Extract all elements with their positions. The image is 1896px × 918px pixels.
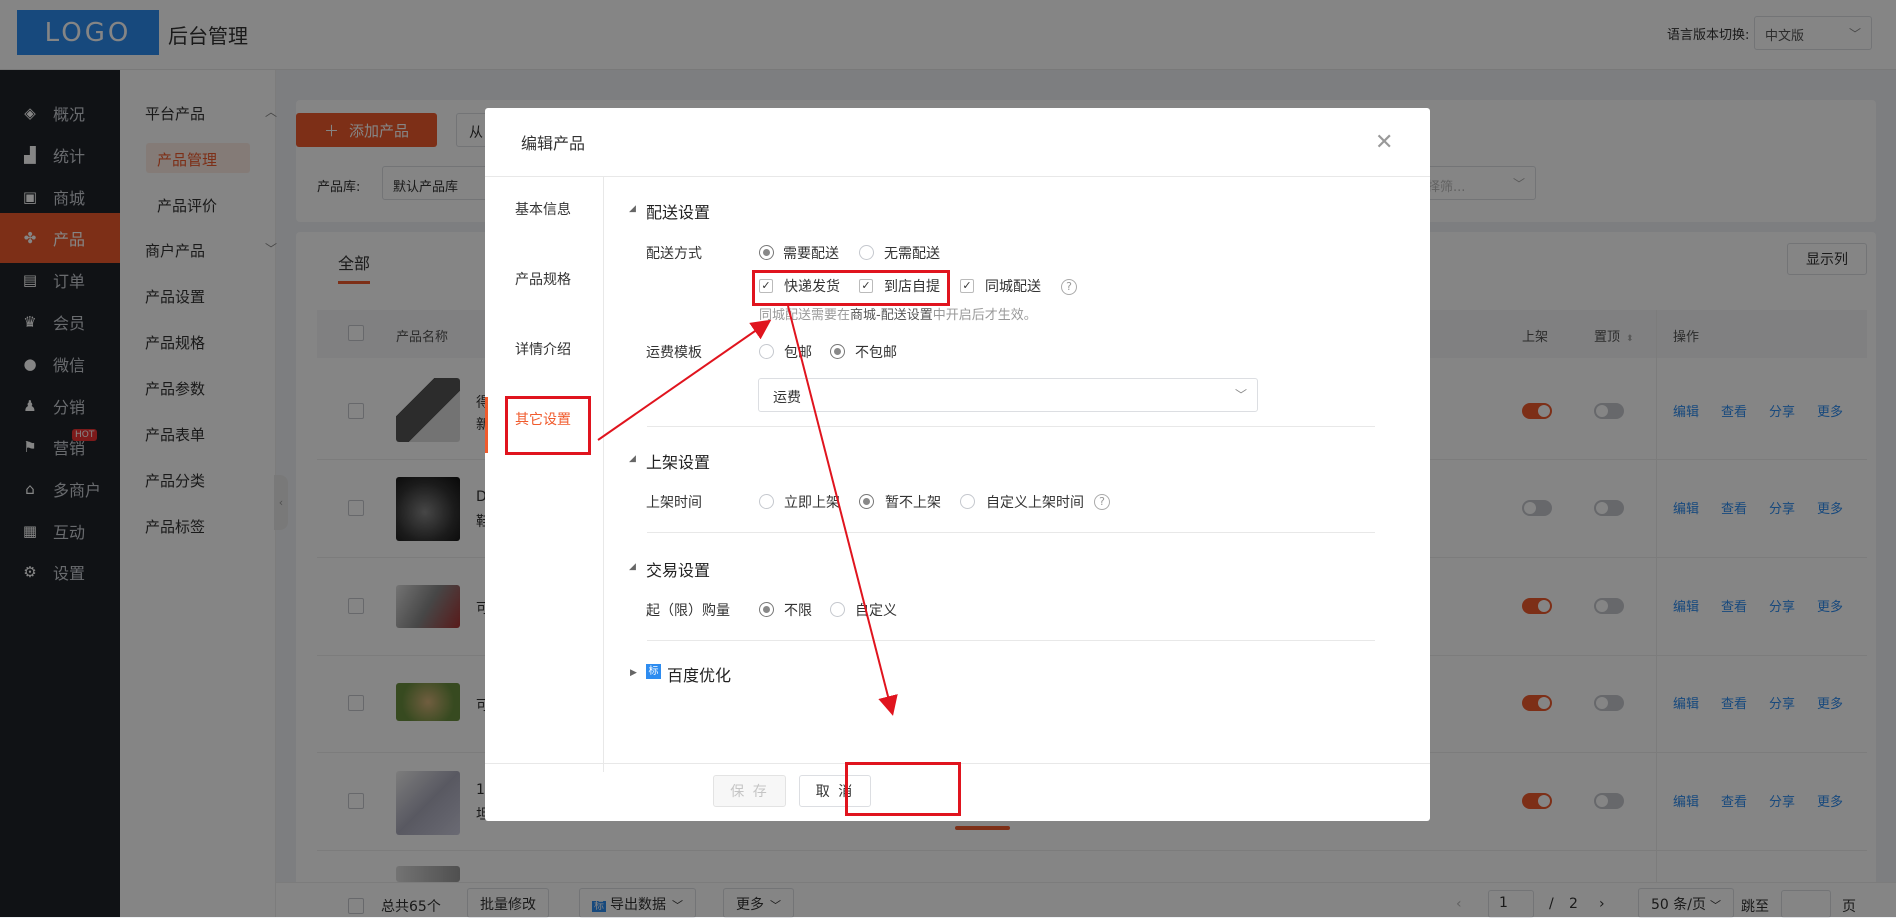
checkbox-city-delivery[interactable]: ✓: [960, 279, 974, 293]
section-divider: [647, 640, 1375, 641]
free-shipping-label: 包邮: [784, 345, 812, 361]
freight-template-select[interactable]: 运费 ﹀: [758, 378, 1258, 412]
need-delivery-label: 需要配送: [783, 246, 839, 262]
freight-template-label: 运费模板: [646, 345, 702, 361]
radio-need-delivery[interactable]: [759, 245, 774, 260]
city-delivery-label: 同城配送: [985, 279, 1041, 295]
city-delivery-hint: 同城配送需要在商城-配送设置中开启后才生效。: [759, 304, 1037, 323]
modal-footer-divider: [485, 763, 1430, 764]
close-icon[interactable]: ✕: [1375, 130, 1393, 155]
modal-tabs-divider: [603, 177, 604, 772]
radio-not-free-shipping[interactable]: [830, 344, 845, 359]
help-icon[interactable]: ?: [1094, 494, 1110, 510]
modal-header-divider: [485, 176, 1430, 177]
freight-template-value: 运费: [773, 390, 801, 406]
caret-right-icon[interactable]: ▶: [630, 668, 637, 678]
section-trade: 交易设置: [646, 561, 711, 580]
not-free-shipping-label: 不包邮: [855, 345, 897, 361]
radio-shelf-not-yet[interactable]: [859, 494, 874, 509]
shelf-time-label: 上架时间: [646, 495, 702, 511]
delivery-method-label: 配送方式: [646, 246, 702, 262]
tab-product-specs[interactable]: 产品规格: [515, 269, 571, 289]
shelf-now-label: 立即上架: [784, 495, 840, 511]
custom-limit-label: 自定义: [855, 603, 897, 619]
modal-title: 编辑产品: [521, 134, 586, 153]
radio-shelf-now[interactable]: [759, 494, 774, 509]
shelf-not-yet-label: 暂不上架: [885, 495, 941, 511]
baidu-tag-icon: 标: [646, 664, 661, 679]
tab-other-settings[interactable]: 其它设置: [515, 409, 571, 429]
radio-free-shipping[interactable]: [759, 344, 774, 359]
checkbox-express[interactable]: ✓: [759, 279, 773, 293]
shelf-custom-label: 自定义上架时间: [986, 495, 1084, 511]
unlimited-label: 不限: [784, 603, 812, 619]
section-shelf: 上架设置: [646, 453, 711, 472]
delivery-settings-link[interactable]: 商城-配送设置: [850, 308, 933, 323]
caret-down-icon[interactable]: ◢: [629, 204, 636, 214]
caret-down-icon[interactable]: ◢: [629, 454, 636, 464]
tab-detail-intro[interactable]: 详情介绍: [515, 339, 571, 359]
purchase-limit-label: 起（限）购量: [646, 603, 730, 619]
radio-no-delivery[interactable]: [859, 245, 874, 260]
caret-down-icon[interactable]: ◢: [629, 562, 636, 572]
hint-text: 中开启后才生效。: [932, 308, 1037, 323]
section-delivery: 配送设置: [646, 203, 711, 222]
tab-basic-info[interactable]: 基本信息: [515, 199, 571, 219]
express-label: 快递发货: [784, 279, 840, 295]
hint-text: 同城配送需要在: [759, 308, 851, 323]
help-icon[interactable]: ?: [1061, 279, 1077, 295]
cancel-button[interactable]: 取 消: [799, 775, 871, 807]
checkbox-pickup[interactable]: ✓: [859, 279, 873, 293]
section-divider: [647, 532, 1375, 533]
chevron-down-icon: ﹀: [1234, 388, 1247, 402]
pickup-label: 到店自提: [884, 279, 940, 295]
section-divider: [647, 426, 1375, 427]
radio-unlimited[interactable]: [759, 602, 774, 617]
radio-shelf-custom[interactable]: [960, 494, 975, 509]
radio-custom-limit[interactable]: [830, 602, 845, 617]
save-button[interactable]: 保 存: [713, 775, 786, 807]
no-delivery-label: 无需配送: [884, 246, 940, 262]
active-tab-indicator: [485, 397, 488, 453]
edit-product-modal: 编辑产品 ✕ 基本信息 产品规格 详情介绍 其它设置 ◢ 配送设置 配送方式 需…: [485, 108, 1430, 821]
section-baidu-seo[interactable]: 百度优化: [667, 662, 731, 686]
